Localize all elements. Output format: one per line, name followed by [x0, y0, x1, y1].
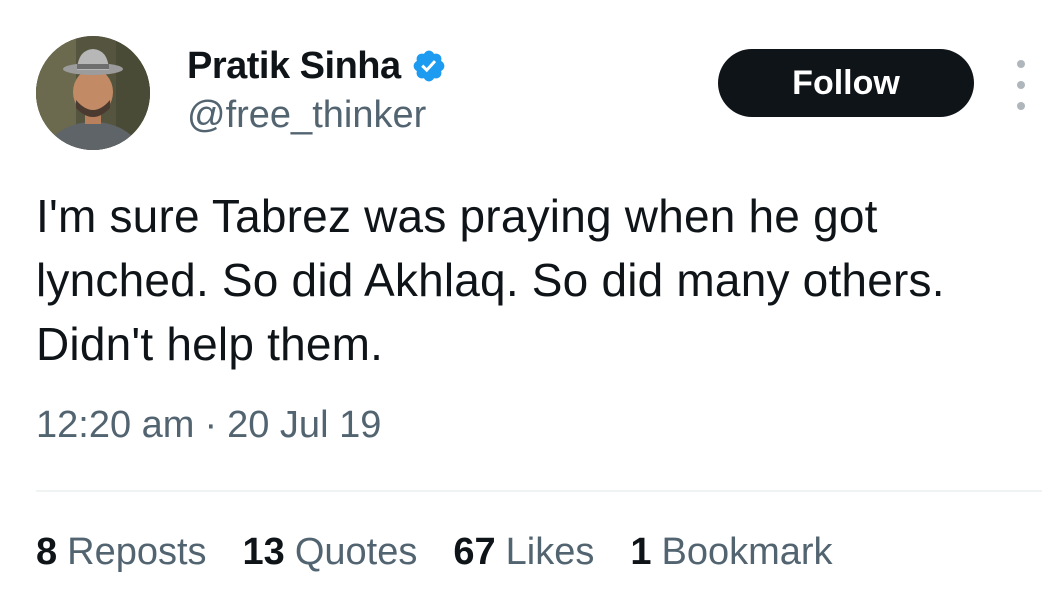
- bookmarks-label: Bookmark: [661, 531, 833, 573]
- reposts-label: Reposts: [67, 531, 207, 573]
- likes-stat[interactable]: 67 Likes: [453, 531, 594, 574]
- author-display-name[interactable]: Pratik Sinha: [187, 45, 401, 88]
- timestamp-separator: ·: [204, 404, 218, 446]
- tweet-text: I'm sure Tabrez was praying when he got …: [36, 190, 945, 370]
- author-handle[interactable]: @free_thinker: [187, 94, 447, 137]
- divider: [36, 490, 1042, 492]
- tweet-time[interactable]: 12:20 am: [36, 404, 194, 447]
- reposts-stat[interactable]: 8 Reposts: [36, 531, 207, 574]
- likes-count: 67: [453, 531, 496, 573]
- quotes-stat[interactable]: 13 Quotes: [243, 531, 418, 574]
- quotes-count: 13: [242, 531, 285, 573]
- tweet-card: Pratik Sinha @free_thinker Follow I'm su…: [0, 0, 1050, 601]
- tweet-date[interactable]: 20 Jul 19: [227, 404, 381, 447]
- author-info: Pratik Sinha @free_thinker: [187, 42, 447, 137]
- more-dot: [1017, 102, 1025, 110]
- more-dot: [1017, 81, 1025, 89]
- engagement-stats: 8 Reposts 13 Quotes 67 Likes 1 Bookmark: [36, 531, 869, 574]
- bookmarks-stat[interactable]: 1 Bookmark: [630, 531, 832, 574]
- verified-badge-icon[interactable]: [411, 48, 447, 84]
- more-options-icon[interactable]: [1004, 60, 1038, 110]
- display-name-row: Pratik Sinha: [187, 42, 447, 90]
- avatar-image: [36, 36, 150, 150]
- likes-label: Likes: [505, 531, 595, 573]
- bookmarks-count: 1: [630, 531, 652, 573]
- follow-button[interactable]: Follow: [718, 49, 974, 117]
- tweet-timestamp: 12:20 am · 20 Jul 19: [36, 404, 381, 447]
- more-dot: [1017, 60, 1025, 68]
- quotes-label: Quotes: [294, 531, 418, 573]
- reposts-count: 8: [36, 531, 58, 573]
- author-avatar[interactable]: [36, 36, 150, 150]
